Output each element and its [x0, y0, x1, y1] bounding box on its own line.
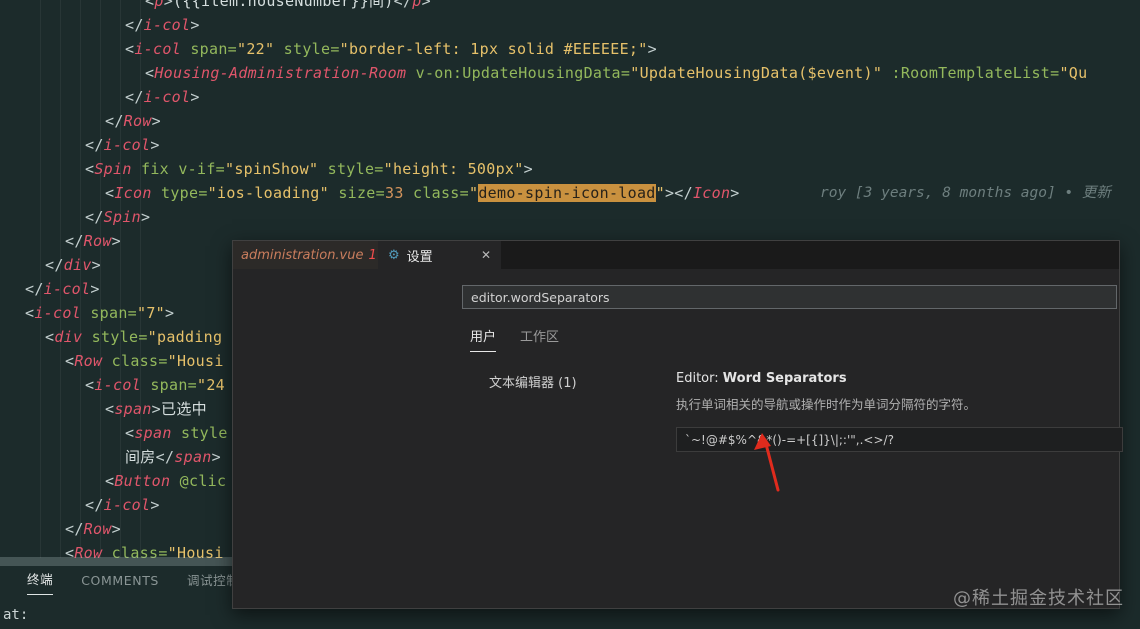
code-line: </i-col>: [125, 16, 200, 34]
close-icon[interactable]: ✕: [481, 248, 491, 262]
code-line: <Icon type="ios-loading" size=33 class="…: [105, 184, 740, 202]
setting-word-separators: Editor: Word Separators 执行单词相关的导航或操作时作为单…: [676, 371, 1123, 452]
setting-title: Editor: Word Separators: [676, 371, 1123, 387]
code-line: <Button @clic: [105, 472, 227, 490]
code-line: </i-col>: [85, 496, 160, 514]
code-line: <span>已选中: [105, 400, 207, 418]
code-line: <i-col span="22" style="border-left: 1px…: [125, 40, 657, 58]
scope-tab[interactable]: 用户: [470, 326, 497, 352]
code-line: <Spin fix v-if="spinShow" style="height:…: [85, 160, 533, 178]
settings-gear-icon: ⚙: [388, 247, 400, 263]
tab-strip-spacer: [501, 241, 1119, 269]
horizontal-scrollbar[interactable]: [0, 557, 232, 566]
settings-search-input[interactable]: [462, 285, 1117, 309]
code-line: </i-col>: [125, 88, 200, 106]
code-line: <p>({{item.houseNumber}}间)</p>: [145, 0, 431, 10]
setting-category: Editor:: [676, 371, 723, 386]
code-line: </i-col>: [85, 136, 160, 154]
panel-tab-bar: 终端 COMMENTS 调试控制台: [0, 568, 259, 595]
settings-editor: administration.vue 1 ⚙ 设置 ✕ 用户工作区 文本编辑器 …: [232, 240, 1123, 609]
setting-description: 执行单词相关的导航或操作时作为单词分隔符的字符。: [676, 397, 977, 412]
git-blame-annotation: roy [3 years, 8 months ago] • 更新: [820, 185, 1111, 201]
code-line: <i-col span="24: [85, 376, 225, 394]
terminal-prompt: at:: [3, 607, 29, 623]
word-separators-input[interactable]: [676, 427, 1123, 452]
scope-tab[interactable]: 工作区: [520, 326, 559, 352]
code-line: <Housing-Administration-Room v-on:Update…: [145, 64, 1088, 82]
toc-item-text-editor[interactable]: 文本编辑器 (1): [489, 372, 577, 391]
code-line: </Row>: [65, 520, 122, 538]
indent-guide: [100, 0, 101, 558]
watermark: @稀土掘金技术社区: [953, 588, 1124, 609]
file-tab-label: administration.vue: [241, 247, 364, 263]
code-line: 间房</span>: [125, 448, 221, 466]
setting-name: Word Separators: [722, 371, 847, 386]
problems-badge: 1: [368, 247, 377, 263]
code-line: <i-col span="7">: [25, 304, 175, 322]
settings-tab-label: 设置: [406, 249, 433, 265]
code-line: <div style="padding: [45, 328, 223, 346]
panel-tab[interactable]: 终端: [27, 568, 54, 595]
tab-administration-vue[interactable]: administration.vue 1: [233, 241, 378, 269]
settings-scope-tabs: 用户 工作区: [470, 326, 559, 352]
tab-settings[interactable]: ⚙ 设置 ✕: [378, 241, 501, 269]
code-line: <Row class="Housi: [65, 352, 224, 370]
code-line: </div>: [45, 256, 102, 274]
editor-tab-strip: administration.vue 1 ⚙ 设置 ✕: [233, 241, 1119, 269]
code-line: </Spin>: [85, 208, 151, 226]
code-line: </Row>: [65, 232, 122, 250]
panel-tab[interactable]: COMMENTS: [81, 569, 159, 595]
code-line: <span style: [125, 424, 228, 442]
code-line: </i-col>: [25, 280, 100, 298]
code-line: </Row>: [105, 112, 162, 130]
